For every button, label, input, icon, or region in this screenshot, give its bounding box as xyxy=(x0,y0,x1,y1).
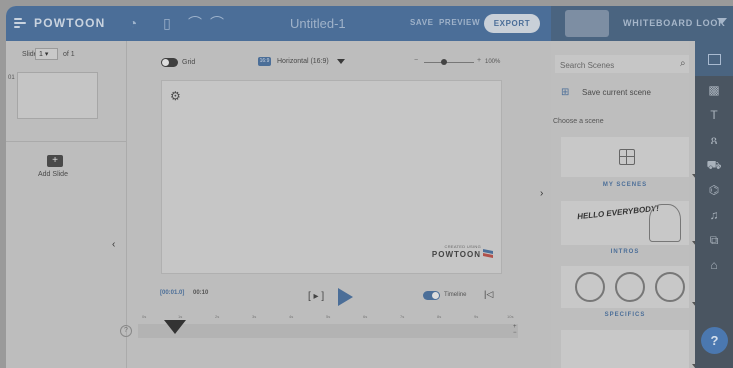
look-thumbnail xyxy=(565,10,609,37)
ruler-tick: 1s xyxy=(178,314,183,319)
ruler-tick: 2s xyxy=(215,314,220,319)
layout-icon xyxy=(619,149,635,165)
menu-lines-icon xyxy=(14,17,28,29)
time-ruler: 0s 1s 2s 3s 4s 5s 6s 7s 8s 9s 10s xyxy=(142,314,517,320)
playhead[interactable] xyxy=(164,320,186,334)
scenes-panel: Search Scenes ⌕ ⊞ Save current scene Cho… xyxy=(551,41,700,368)
slide-thumbnail[interactable] xyxy=(17,72,98,119)
search-placeholder: Search Scenes xyxy=(560,61,615,70)
character-illustration xyxy=(649,204,681,242)
page-icon[interactable]: ▯ xyxy=(158,14,176,32)
background-icon[interactable]: ▩ xyxy=(695,83,733,97)
slide-count: of 1 xyxy=(63,51,75,58)
gear-icon[interactable]: ⚙ xyxy=(170,89,181,103)
collapse-left-icon[interactable]: ‹ xyxy=(112,239,115,250)
help-button[interactable]: ? xyxy=(701,327,728,354)
ruler-tick: 3s xyxy=(252,314,257,319)
music-icon[interactable]: ♫ xyxy=(695,208,733,222)
media-icon[interactable]: ⧉ xyxy=(695,233,733,247)
divider xyxy=(6,141,126,142)
chevron-down-icon[interactable] xyxy=(337,59,345,64)
shapes-icon[interactable]: ⌬ xyxy=(695,183,733,197)
tips-icon[interactable]: ◔ xyxy=(124,14,142,32)
scene-category-label: MY SCENES xyxy=(602,182,648,188)
document-title[interactable]: Untitled-1 xyxy=(290,16,346,31)
specials-icon[interactable]: ⌂ xyxy=(695,258,733,272)
text-icon[interactable]: T xyxy=(695,108,733,122)
zoom-out-button[interactable]: − xyxy=(414,57,418,64)
timeline-track[interactable] xyxy=(138,324,518,338)
props-icon[interactable]: ⛟ xyxy=(695,158,733,172)
look-selector[interactable]: WHITEBOARD LOOK xyxy=(551,6,733,41)
scene-category-label: SPECIFICS xyxy=(604,312,646,318)
stage-canvas[interactable]: ⚙ CREATED USING POWTOON xyxy=(161,80,502,274)
scenes-tab[interactable] xyxy=(695,41,733,76)
tools-sidebar: ▩ T ጸ ⛟ ⌬ ♫ ⧉ ⌂ xyxy=(695,41,733,368)
watermark-logo: POWTOON xyxy=(431,250,481,259)
look-label: WHITEBOARD LOOK xyxy=(623,18,726,28)
ruler-tick: 9s xyxy=(474,314,479,319)
ruler-tick: 5s xyxy=(326,314,331,319)
top-bar: POWTOON ◔ ▯ ⌒ ⌒ Untitled-1 SAVE PREVIEW … xyxy=(6,6,551,41)
save-button[interactable]: SAVE xyxy=(410,18,434,27)
current-time: [00:01.0] xyxy=(160,290,185,296)
intro-thumb-text: HELLO EVERYBODY! xyxy=(576,203,660,222)
timeline-toggle[interactable] xyxy=(423,291,440,300)
ruler-tick: 7s xyxy=(400,314,405,319)
track-stepper[interactable]: + − xyxy=(513,324,517,336)
add-slide-label[interactable]: Add Slide xyxy=(38,171,68,178)
collapse-right-icon[interactable]: › xyxy=(540,188,543,199)
zoom-level: 100% xyxy=(485,59,501,65)
logo-text: POWTOON xyxy=(34,16,106,30)
timeline-help-icon[interactable]: ? xyxy=(120,325,132,337)
slide-number: 01 xyxy=(8,75,15,81)
scene-thumbnail[interactable] xyxy=(561,266,689,308)
preview-button[interactable]: PREVIEW xyxy=(439,18,480,27)
flag-icon xyxy=(483,249,493,258)
play-icon[interactable] xyxy=(338,288,353,306)
ruler-tick: 6s xyxy=(363,314,368,319)
chevron-down-icon xyxy=(717,18,727,24)
slides-panel: Slide 1 ▾ of 1 01 + Add Slide ‹ xyxy=(6,41,127,368)
choose-scene-label: Choose a scene xyxy=(553,118,604,125)
ruler-tick: 10s xyxy=(507,314,514,319)
scene-thumbnail[interactable] xyxy=(561,330,689,368)
characters-icon[interactable]: ጸ xyxy=(695,133,733,147)
grid-toggle[interactable] xyxy=(161,58,178,67)
volume-icon[interactable]: |◁ xyxy=(484,289,493,300)
book-illustration xyxy=(655,272,685,302)
powtoon-logo[interactable]: POWTOON xyxy=(14,16,106,30)
magnifier-illustration xyxy=(575,272,605,302)
scene-thumbnail[interactable]: HELLO EVERYBODY! xyxy=(561,201,689,245)
export-button[interactable]: EXPORT xyxy=(484,14,540,33)
zoom-slider[interactable] xyxy=(424,62,474,63)
ruler-tick: 4s xyxy=(289,314,294,319)
ratio-select[interactable]: Horizontal (16:9) xyxy=(277,58,329,65)
grid-label: Grid xyxy=(182,59,196,66)
undo-icon[interactable]: ⌒ xyxy=(186,14,204,32)
search-icon[interactable]: ⌕ xyxy=(680,58,686,69)
timeline-label: Timeline xyxy=(444,292,467,298)
scenes-tab-icon xyxy=(708,54,721,65)
zoom-in-button[interactable]: + xyxy=(477,57,481,64)
ruler-tick: 0s xyxy=(142,314,147,319)
save-scene-button[interactable]: Save current scene xyxy=(582,88,651,97)
zoom-slider-handle[interactable] xyxy=(441,59,447,65)
slide-select[interactable]: 1 ▾ xyxy=(35,48,58,60)
redo-icon[interactable]: ⌒ xyxy=(208,14,226,32)
add-slide-button[interactable]: + xyxy=(47,155,63,167)
app-window: POWTOON ◔ ▯ ⌒ ⌒ Untitled-1 SAVE PREVIEW … xyxy=(6,6,733,368)
ruler-tick: 8s xyxy=(437,314,442,319)
total-time: 00:10 xyxy=(193,290,209,296)
scene-thumbnail[interactable] xyxy=(561,137,689,177)
save-scene-icon[interactable]: ⊞ xyxy=(561,87,569,98)
gear-illustration xyxy=(615,272,645,302)
ratio-icon: 16:9 xyxy=(258,57,271,66)
scene-category-label: INTROS xyxy=(610,249,640,255)
play-from-here-button[interactable]: [ ▸ ] xyxy=(308,291,324,302)
watermark-caption: CREATED USING xyxy=(444,244,481,249)
